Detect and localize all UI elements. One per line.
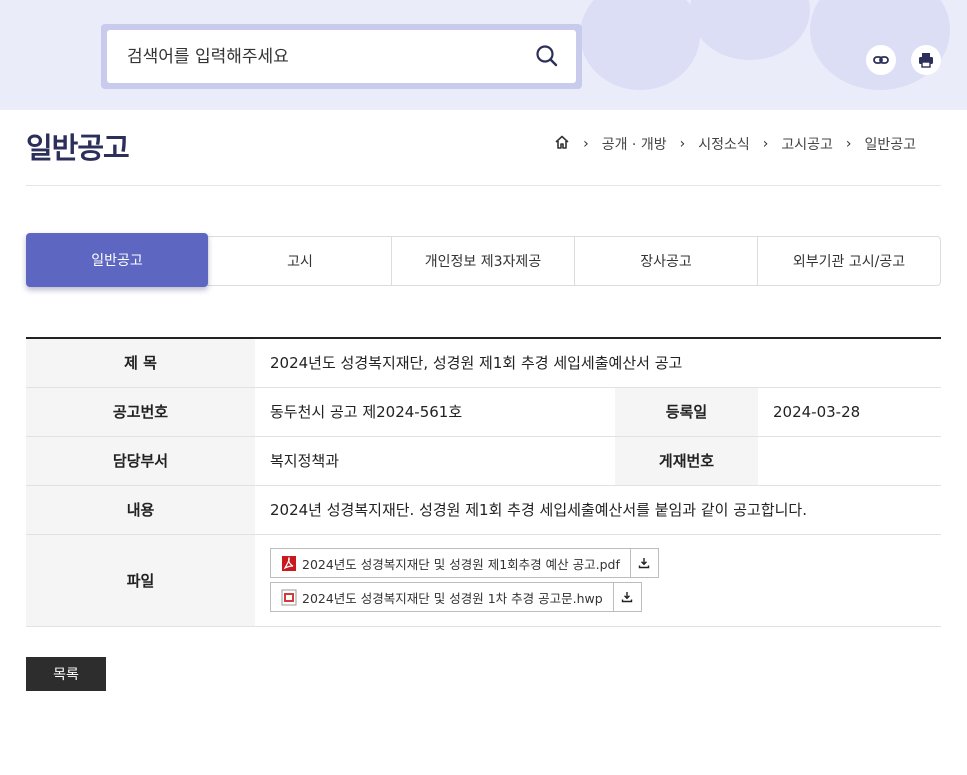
printer-icon [919,53,933,68]
chevron-right-icon: › [583,136,589,152]
table-row: 담당부서 복지정책과 게재번호 [26,436,941,486]
table-row: 공고번호 동두천시 공고 제2024-561호 등록일 2024-03-28 [26,387,941,437]
file-link-hwp[interactable]: 2024년도 성경복지재단 및 성경원 1차 추경 공고문.hwp [270,582,614,612]
file-label: 파일 [26,534,255,627]
file-item: 2024년도 성경복지재단 및 성경원 제1회추경 예산 공고.pdf [270,548,941,578]
content-value: 2024년 성경복지재단. 성경원 제1회 추경 세입세출예산서를 붙임과 같이… [255,485,941,535]
link-icon [873,56,889,64]
chevron-right-icon: › [845,136,852,152]
decorative-shape [580,0,700,90]
file-name: 2024년도 성경복지재단 및 성경원 제1회추경 예산 공고.pdf [302,556,620,572]
registration-date-label: 등록일 [615,387,758,437]
download-button[interactable] [613,582,642,612]
tab-third-party-info[interactable]: 개인정보 제3자제공 [391,237,574,285]
breadcrumb-item[interactable]: 공개 · 개방 [602,134,667,154]
table-row: 파일 2024년도 성경복지재단 및 성경원 제1회추경 예산 공고.pdf 2… [26,534,941,627]
department-value: 복지정책과 [255,436,615,486]
page-title: 일반공고 [26,131,130,165]
search-box [107,30,576,83]
notice-number-value: 동두천시 공고 제2024-561호 [255,387,615,437]
tab-funeral-notice[interactable]: 장사공고 [574,237,757,285]
share-link-button[interactable] [866,45,896,75]
notice-number-label: 공고번호 [26,387,255,437]
subject-value: 2024년도 성경복지재단, 성경원 제1회 추경 세입세출예산서 공고 [255,338,941,388]
category-tabs: 일반공고 고시 개인정보 제3자제공 장사공고 외부기관 고시/공고 [26,233,941,287]
home-icon[interactable] [554,134,570,154]
breadcrumb-item[interactable]: 고시공고 [781,134,833,154]
download-icon [621,592,633,603]
file-link-pdf[interactable]: 2024년도 성경복지재단 및 성경원 제1회추경 예산 공고.pdf [270,548,631,578]
print-button[interactable] [911,45,941,75]
tab-announcement[interactable]: 고시 [208,237,391,285]
download-icon [639,558,650,569]
download-button[interactable] [630,548,659,578]
chevron-right-icon: › [679,136,686,152]
post-number-label: 게재번호 [615,436,758,486]
decorative-shape [690,0,810,60]
subject-label: 제 목 [26,338,255,388]
post-number-value [758,436,941,486]
notice-detail-table: 제 목 2024년도 성경복지재단, 성경원 제1회 추경 세입세출예산서 공고… [26,337,941,627]
chevron-right-icon: › [762,136,769,152]
header-band [0,0,967,110]
search-button[interactable] [534,44,560,70]
department-label: 담당부서 [26,436,255,486]
breadcrumb-item-current[interactable]: 일반공고 [864,134,916,154]
list-button[interactable]: 목록 [26,657,106,691]
search-container [101,24,582,89]
table-row: 내용 2024년 성경복지재단. 성경원 제1회 추경 세입세출예산서를 붙임과… [26,485,941,535]
search-input[interactable] [127,42,507,72]
file-item: 2024년도 성경복지재단 및 성경원 1차 추경 공고문.hwp [270,582,941,612]
breadcrumb-item[interactable]: 시정소식 [698,134,750,154]
pdf-icon [281,555,297,572]
file-list: 2024년도 성경복지재단 및 성경원 제1회추경 예산 공고.pdf 2024… [255,534,941,627]
divider [26,185,941,186]
registration-date-value: 2024-03-28 [758,387,941,437]
search-icon [536,45,558,67]
hwp-icon [281,589,297,606]
breadcrumb: › 공개 · 개방 › 시정소식 › 고시공고 › 일반공고 [554,134,916,154]
file-name: 2024년도 성경복지재단 및 성경원 1차 추경 공고문.hwp [302,590,603,606]
tab-external-agency[interactable]: 외부기관 고시/공고 [757,237,940,285]
tab-general-notice[interactable]: 일반공고 [26,233,208,287]
table-row: 제 목 2024년도 성경복지재단, 성경원 제1회 추경 세입세출예산서 공고 [26,338,941,388]
content-label: 내용 [26,485,255,535]
